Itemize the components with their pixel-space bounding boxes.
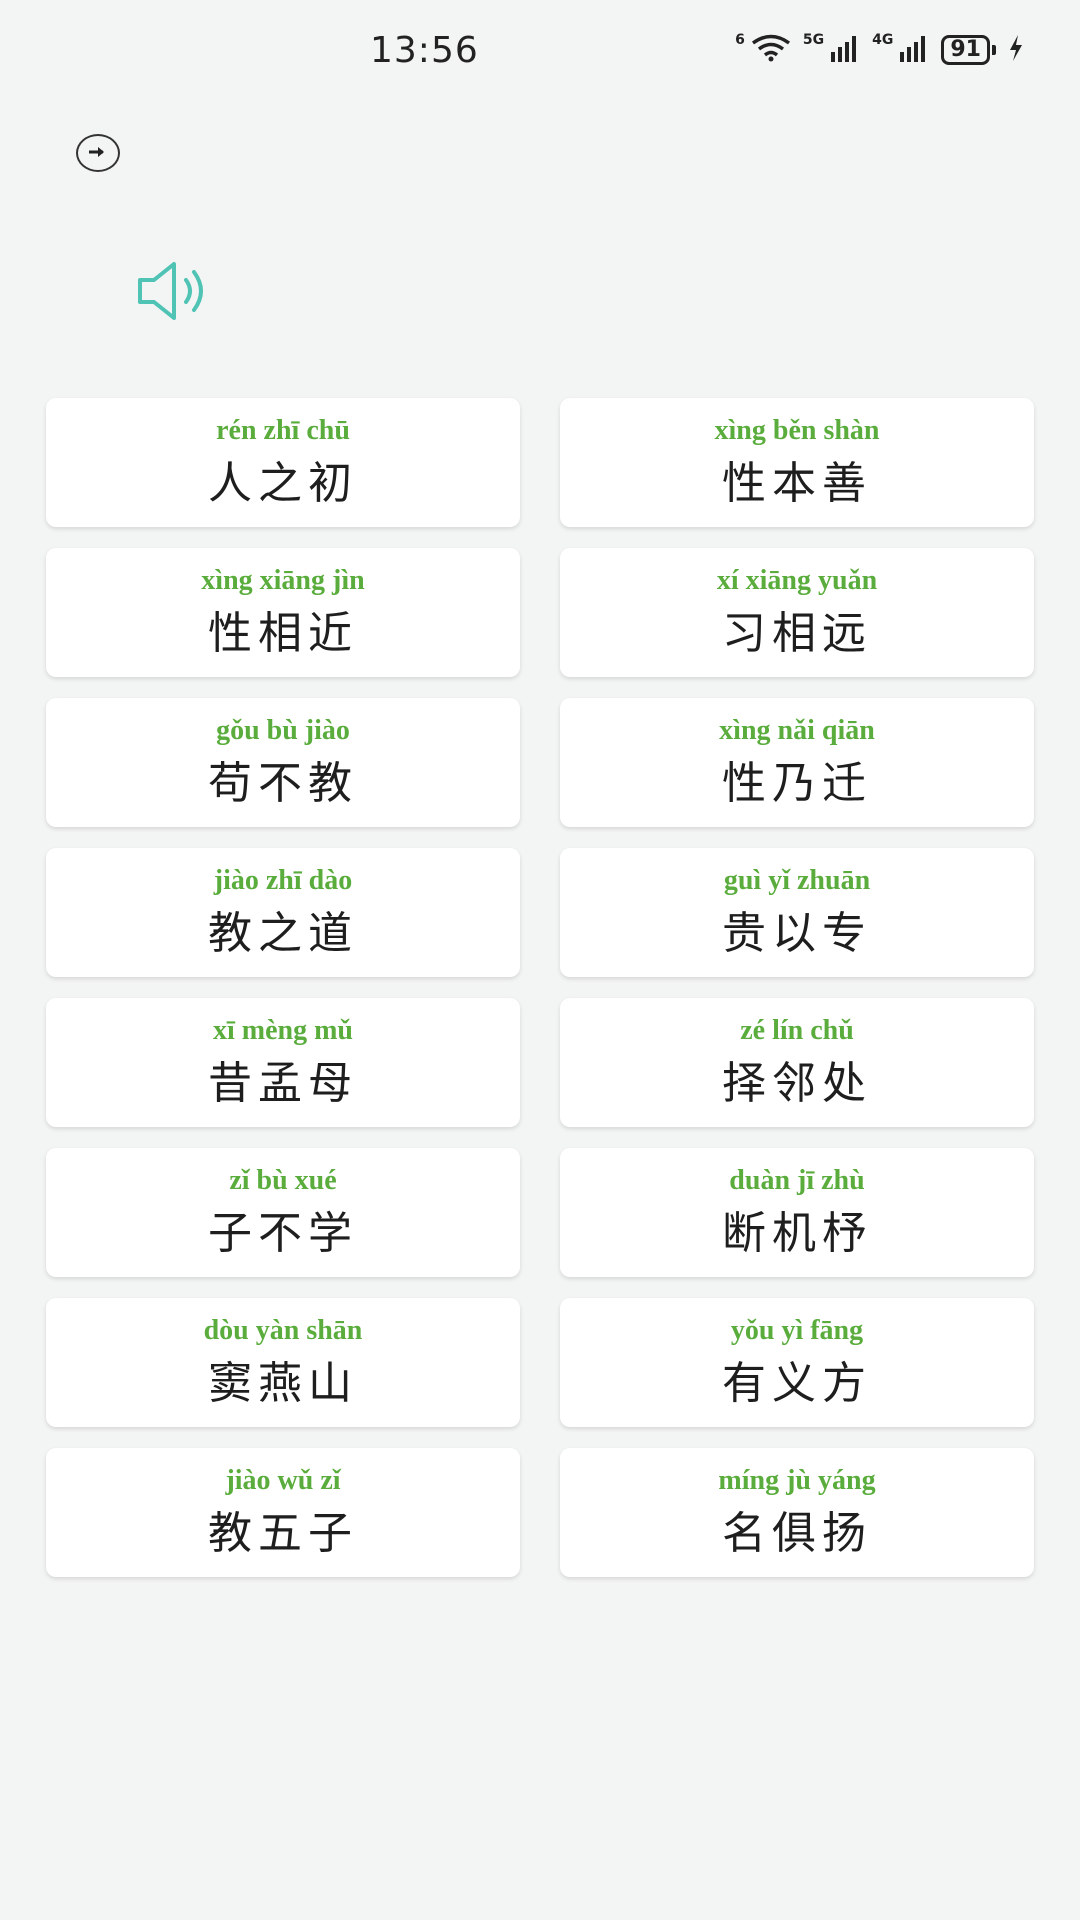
pinyin-text: dòu yàn shān — [203, 1315, 363, 1346]
verse-card[interactable]: gǒu bù jiào 苟不教 — [46, 698, 520, 827]
battery-tip — [992, 45, 996, 55]
pinyin-text: jiào zhī dào — [213, 865, 353, 896]
signal-4g-icon — [899, 34, 929, 66]
hanzi-text: 昔孟母 — [208, 1058, 358, 1109]
pinyin-text: zé lín chǔ — [740, 1015, 854, 1046]
pinyin-text: rén zhī chū — [216, 415, 350, 446]
status-time: 13:56 — [370, 30, 479, 71]
verse-card[interactable]: xìng xiāng jìn 性相近 — [46, 548, 520, 677]
status-icons: 6 5G 4G 91 — [735, 32, 1024, 66]
verse-grid: rén zhī chū 人之初 xìng běn shàn 性本善 xìng x… — [46, 398, 1034, 1577]
pinyin-text: gǒu bù jiào — [216, 715, 350, 746]
hanzi-text: 窦燕山 — [208, 1358, 358, 1409]
verse-card[interactable]: xìng běn shàn 性本善 — [560, 398, 1034, 527]
pinyin-text: xī mèng mǔ — [213, 1015, 353, 1046]
pinyin-text: xí xiāng yuǎn — [716, 565, 878, 596]
speaker-icon — [136, 262, 214, 328]
hanzi-text: 名俱扬 — [722, 1508, 872, 1559]
verse-card[interactable]: duàn jī zhù 断机杼 — [560, 1148, 1034, 1277]
verse-card[interactable]: jiào wǔ zǐ 教五子 — [46, 1448, 520, 1577]
pinyin-text: xìng xiāng jìn — [201, 565, 365, 596]
back-arrow-icon — [87, 144, 109, 163]
pinyin-text: guì yǐ zhuān — [723, 865, 871, 896]
hanzi-text: 子不学 — [208, 1208, 358, 1259]
verse-card[interactable]: zé lín chǔ 择邻处 — [560, 998, 1034, 1127]
hanzi-text: 性本善 — [722, 458, 872, 509]
play-audio-button[interactable] — [136, 258, 214, 324]
pinyin-text: yǒu yì fāng — [730, 1315, 864, 1346]
pinyin-text: duàn jī zhù — [729, 1165, 865, 1196]
verse-card[interactable]: guì yǐ zhuān 贵以专 — [560, 848, 1034, 977]
battery-indicator: 91 — [941, 35, 996, 65]
pinyin-text: zǐ bù xué — [229, 1165, 337, 1196]
verse-card[interactable]: zǐ bù xué 子不学 — [46, 1148, 520, 1277]
verse-card[interactable]: míng jù yáng 名俱扬 — [560, 1448, 1034, 1577]
battery-level: 91 — [941, 35, 990, 65]
verse-card[interactable]: xī mèng mǔ 昔孟母 — [46, 998, 520, 1127]
back-button[interactable] — [76, 134, 120, 172]
wifi-label: 6 — [735, 32, 745, 48]
hanzi-text: 有义方 — [722, 1358, 872, 1409]
verse-card[interactable]: dòu yàn shān 窦燕山 — [46, 1298, 520, 1427]
verse-card[interactable]: xìng nǎi qiān 性乃迁 — [560, 698, 1034, 827]
pinyin-text: jiào wǔ zǐ — [225, 1465, 341, 1496]
network-5g-label: 5G — [802, 32, 825, 48]
hanzi-text: 断机杼 — [722, 1208, 872, 1259]
network-4g-label: 4G — [872, 32, 894, 48]
wifi-icon — [751, 34, 791, 66]
status-bar: 13:56 6 5G 4G 91 — [0, 0, 1080, 110]
hanzi-text: 性相近 — [208, 608, 358, 659]
hanzi-text: 贵以专 — [722, 908, 872, 959]
hanzi-text: 人之初 — [208, 458, 358, 509]
verse-card[interactable]: xí xiāng yuǎn 习相远 — [560, 548, 1034, 677]
hanzi-text: 择邻处 — [722, 1058, 872, 1109]
charging-icon — [1008, 34, 1024, 66]
hanzi-text: 苟不教 — [208, 758, 358, 809]
hanzi-text: 教五子 — [208, 1508, 358, 1559]
signal-5g-icon — [830, 34, 860, 66]
hanzi-text: 习相远 — [722, 608, 872, 659]
pinyin-text: míng jù yáng — [718, 1465, 876, 1496]
pinyin-text: xìng nǎi qiān — [719, 715, 875, 746]
hanzi-text: 教之道 — [208, 908, 358, 959]
verse-card[interactable]: jiào zhī dào 教之道 — [46, 848, 520, 977]
pinyin-text: xìng běn shàn — [714, 415, 880, 446]
verse-card[interactable]: rén zhī chū 人之初 — [46, 398, 520, 527]
verse-card[interactable]: yǒu yì fāng 有义方 — [560, 1298, 1034, 1427]
hanzi-text: 性乃迁 — [722, 758, 872, 809]
